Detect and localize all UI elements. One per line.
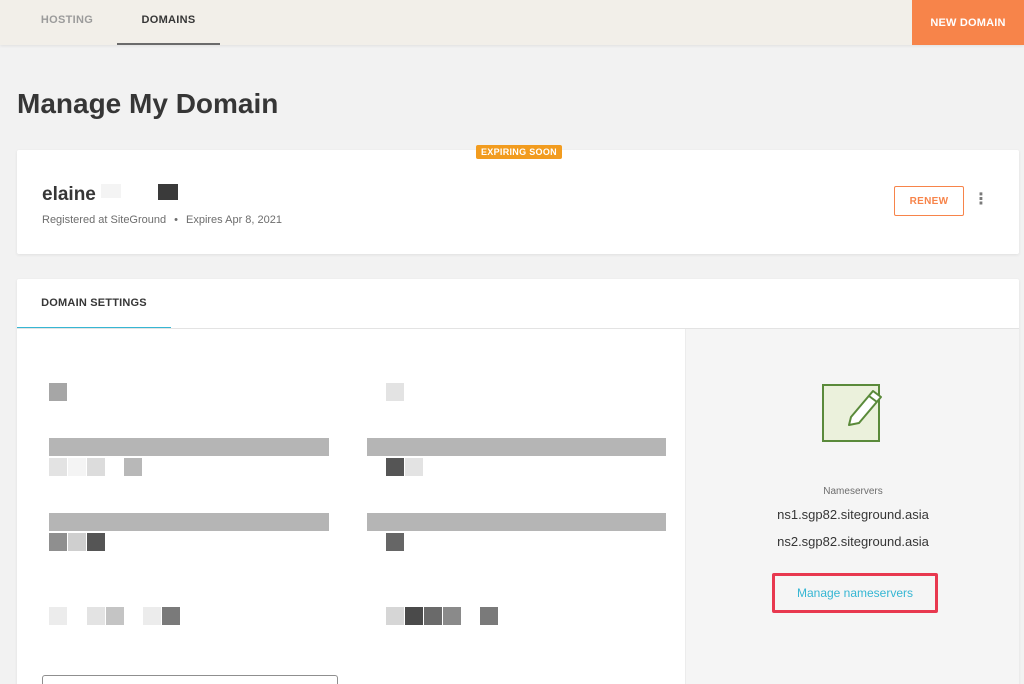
new-domain-button[interactable]: NEW DOMAIN (912, 0, 1024, 45)
redacted-block (480, 607, 498, 625)
nameservers-label: Nameservers (823, 486, 883, 497)
edit-document-icon (822, 384, 882, 442)
redacted-block (405, 607, 423, 625)
redacted-block (143, 607, 161, 625)
redacted-block (49, 533, 67, 551)
settings-input-box[interactable] (42, 675, 338, 684)
nameserver-1: ns1.sgp82.siteground.asia (777, 507, 929, 522)
more-options-icon[interactable]: ⋮ (973, 192, 989, 212)
redacted-block (443, 607, 461, 625)
redacted-block (162, 607, 180, 625)
domain-settings-card: DOMAIN SETTINGS Nameservers ns1.sgp82.si… (17, 279, 1019, 684)
redacted-bar (367, 513, 666, 531)
nameservers-panel: Nameservers ns1.sgp82.siteground.asia ns… (685, 329, 1019, 684)
redacted-block (87, 533, 105, 551)
redacted-block (49, 607, 67, 625)
tab-domain-settings[interactable]: DOMAIN SETTINGS (17, 279, 171, 329)
redacted-block (49, 458, 67, 476)
redacted-text-block (101, 184, 121, 198)
domain-card: EXPIRING SOON elaine Registered at SiteG… (17, 145, 1019, 254)
redacted-block (386, 607, 404, 625)
top-navigation-bar: HOSTING DOMAINS NEW DOMAIN (0, 0, 1024, 45)
domain-meta: Registered at SiteGround • Expires Apr 8, … (42, 214, 282, 226)
redacted-block (124, 458, 142, 476)
redacted-block (87, 458, 105, 476)
tab-domains[interactable]: DOMAINS (117, 0, 220, 45)
redacted-bar (49, 438, 329, 456)
page-title: Manage My Domain (17, 88, 279, 119)
redacted-block (386, 383, 404, 401)
redacted-block (424, 607, 442, 625)
expiry-date: Expires Apr 8, 2021 (186, 214, 283, 226)
redacted-bar (49, 513, 329, 531)
meta-separator: • (174, 214, 178, 226)
redacted-block (386, 458, 404, 476)
manage-nameservers-link[interactable]: Manage nameservers (772, 573, 938, 613)
redacted-block (106, 607, 124, 625)
redacted-block (405, 458, 423, 476)
redacted-block (87, 607, 105, 625)
nameserver-2: ns2.sgp82.siteground.asia (777, 534, 929, 549)
tab-hosting[interactable]: HOSTING (18, 0, 116, 45)
redacted-block (68, 533, 86, 551)
expiring-soon-badge: EXPIRING SOON (476, 145, 562, 159)
redacted-block (68, 458, 86, 476)
redacted-bar (367, 438, 666, 456)
registrar-text: Registered at SiteGround (42, 214, 167, 226)
redacted-block (386, 533, 404, 551)
renew-button[interactable]: RENEW (894, 186, 964, 216)
redacted-text-block (158, 184, 178, 200)
redacted-block (49, 383, 67, 401)
domain-name: elaine (42, 184, 96, 205)
